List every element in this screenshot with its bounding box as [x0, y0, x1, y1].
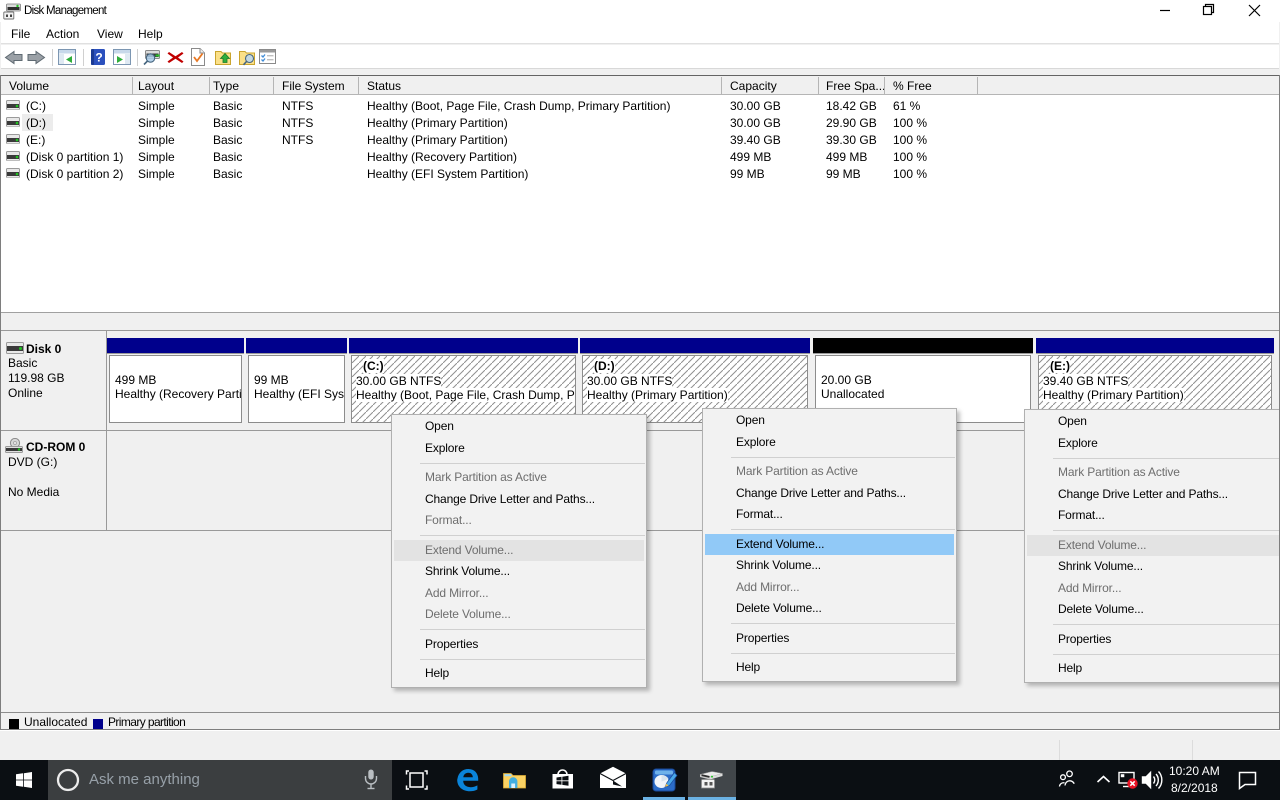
svg-text:?: ? — [95, 51, 102, 65]
